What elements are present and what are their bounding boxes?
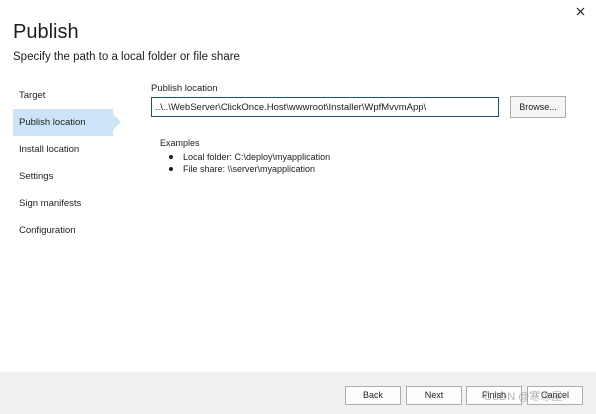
examples-section: Examples Local folder: C:\deploy\myappli… xyxy=(160,138,330,175)
close-icon xyxy=(576,7,584,15)
finish-button[interactable]: Finish xyxy=(466,386,522,405)
publish-location-label: Publish location xyxy=(151,83,218,94)
close-button[interactable] xyxy=(572,3,588,19)
example-text: Local folder: C:\deploy\myapplication xyxy=(183,152,331,162)
nav-item-settings[interactable]: Settings xyxy=(13,163,117,190)
examples-list: Local folder: C:\deploy\myapplication Fi… xyxy=(160,151,330,175)
back-button[interactable]: Back xyxy=(345,386,401,405)
browse-button[interactable]: Browse... xyxy=(510,96,566,118)
dialog-subtitle: Specify the path to a local folder or fi… xyxy=(13,51,240,63)
example-text: File share: \\server\myapplication xyxy=(183,164,316,174)
nav-item-target[interactable]: Target xyxy=(13,82,117,109)
example-item: Local folder: C:\deploy\myapplication xyxy=(169,151,331,163)
examples-heading: Examples xyxy=(160,138,200,148)
nav-item-sign-manifests[interactable]: Sign manifests xyxy=(13,190,117,217)
example-item: File share: \\server\myapplication xyxy=(169,163,330,175)
bullet-icon xyxy=(169,155,173,159)
dialog-title: Publish xyxy=(13,21,79,43)
nav-item-configuration[interactable]: Configuration xyxy=(13,217,117,244)
cancel-button[interactable]: Cancel xyxy=(527,386,583,405)
sidebar-nav: Target Publish location Install location… xyxy=(13,82,121,244)
bullet-icon xyxy=(169,167,173,171)
next-button[interactable]: Next xyxy=(406,386,462,405)
nav-item-install-location[interactable]: Install location xyxy=(13,136,117,163)
nav-item-publish-location[interactable]: Publish location xyxy=(13,109,121,136)
publish-location-input[interactable] xyxy=(151,97,499,117)
